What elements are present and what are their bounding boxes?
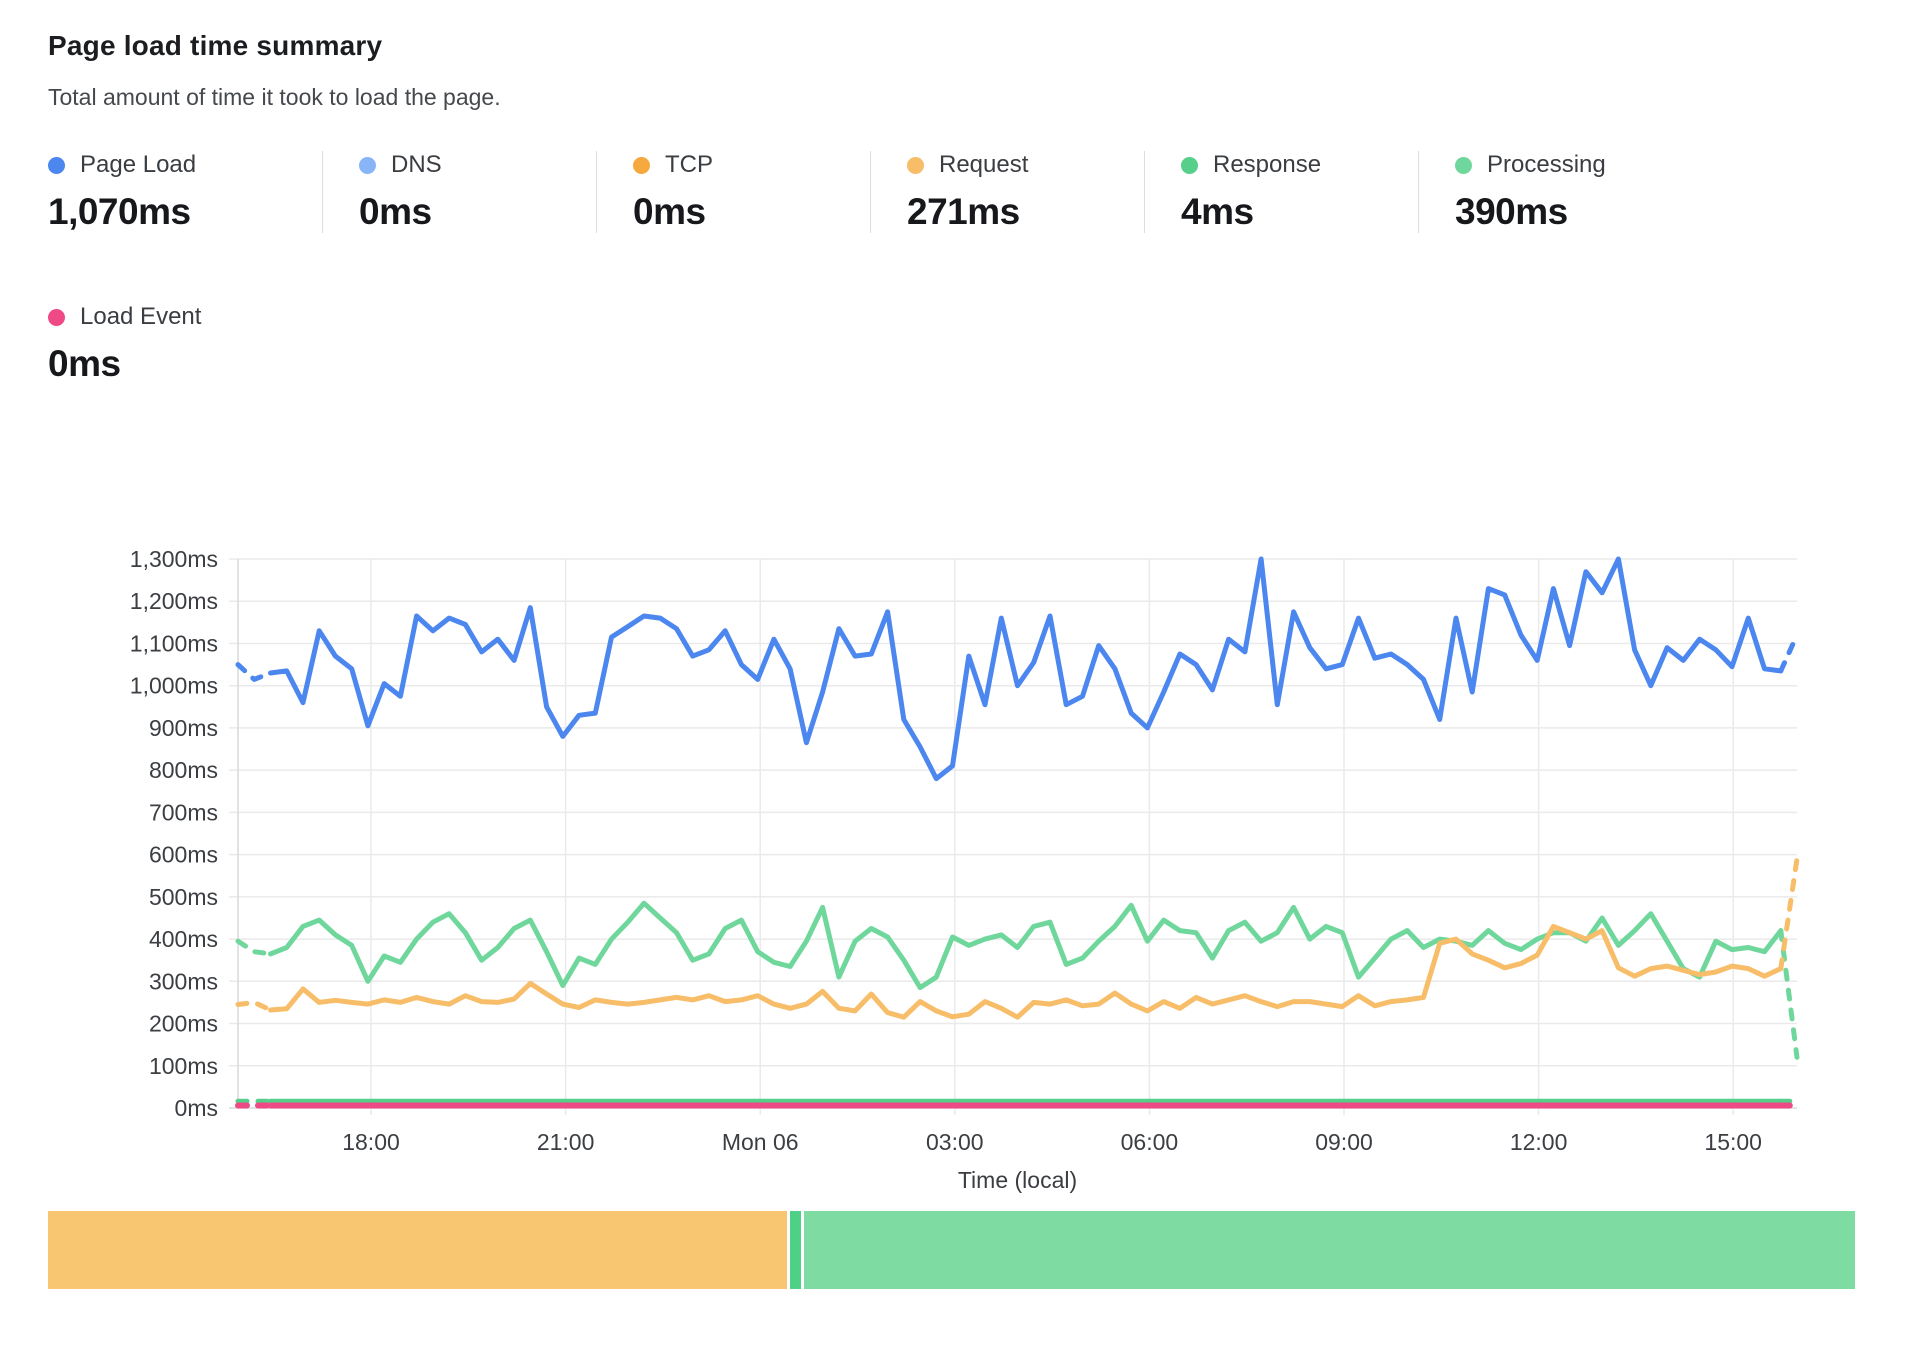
series-label: Request bbox=[939, 151, 1028, 179]
series-label: Load Event bbox=[80, 303, 201, 331]
series-value: 0ms bbox=[359, 191, 596, 233]
svg-text:500ms: 500ms bbox=[149, 884, 218, 910]
svg-text:200ms: 200ms bbox=[149, 1011, 218, 1037]
series-value: 0ms bbox=[48, 343, 322, 385]
page-subtitle: Total amount of time it took to load the… bbox=[48, 84, 1862, 111]
legend-item-processing: Processing 390ms bbox=[1418, 151, 1692, 233]
series-label: Processing bbox=[1487, 151, 1606, 179]
load-time-chart[interactable]: 1,300ms 1,200ms 1,100ms 1,000ms 900ms 800ms 70… bbox=[48, 535, 1862, 1195]
series-color-dot bbox=[633, 157, 650, 174]
legend-item-response: Response 4ms bbox=[1144, 151, 1418, 233]
svg-text:300ms: 300ms bbox=[149, 968, 218, 994]
svg-text:900ms: 900ms bbox=[149, 715, 218, 741]
svg-text:400ms: 400ms bbox=[149, 926, 218, 952]
svg-text:700ms: 700ms bbox=[149, 799, 218, 825]
svg-text:09:00: 09:00 bbox=[1315, 1129, 1373, 1155]
series-value: 271ms bbox=[907, 191, 1144, 233]
svg-text:100ms: 100ms bbox=[149, 1053, 218, 1079]
legend-item-page-load: Page Load 1,070ms bbox=[48, 151, 322, 233]
legend-row-1: Page Load 1,070ms DNS 0ms TCP 0ms Reques… bbox=[48, 151, 1862, 233]
series-value: 0ms bbox=[633, 191, 870, 233]
svg-text:12:00: 12:00 bbox=[1510, 1129, 1568, 1155]
page-title: Page load time summary bbox=[48, 30, 1862, 62]
svg-text:1,100ms: 1,100ms bbox=[130, 630, 218, 656]
series-label: Page Load bbox=[80, 151, 196, 179]
legend-item-request: Request 271ms bbox=[870, 151, 1144, 233]
series-label: Response bbox=[1213, 151, 1321, 179]
series-color-dot bbox=[1455, 157, 1472, 174]
status-segment-2 bbox=[790, 1211, 801, 1289]
svg-text:21:00: 21:00 bbox=[537, 1129, 595, 1155]
series-value: 390ms bbox=[1455, 191, 1692, 233]
legend-item-load-event: Load Event 0ms bbox=[48, 303, 322, 385]
series-value: 4ms bbox=[1181, 191, 1418, 233]
svg-text:Mon 06: Mon 06 bbox=[722, 1129, 799, 1155]
series-label: DNS bbox=[391, 151, 442, 179]
svg-text:18:00: 18:00 bbox=[342, 1129, 400, 1155]
svg-text:1,300ms: 1,300ms bbox=[130, 546, 218, 572]
series-color-dot bbox=[359, 157, 376, 174]
series-color-dot bbox=[48, 309, 65, 326]
legend-row-2: Load Event 0ms bbox=[48, 303, 1862, 385]
svg-text:600ms: 600ms bbox=[149, 842, 218, 868]
svg-text:0ms: 0ms bbox=[175, 1095, 218, 1121]
legend-item-tcp: TCP 0ms bbox=[596, 151, 870, 233]
legend-item-dns: DNS 0ms bbox=[322, 151, 596, 233]
status-segment-3 bbox=[804, 1211, 1854, 1289]
series-color-dot bbox=[1181, 157, 1198, 174]
series-color-dot bbox=[48, 157, 65, 174]
series-color-dot bbox=[907, 157, 924, 174]
svg-text:06:00: 06:00 bbox=[1121, 1129, 1179, 1155]
status-segment-1 bbox=[48, 1211, 787, 1289]
page-load-summary-panel: Page load time summary Total amount of t… bbox=[48, 30, 1862, 1289]
svg-text:15:00: 15:00 bbox=[1704, 1129, 1762, 1155]
svg-text:1,200ms: 1,200ms bbox=[130, 588, 218, 614]
series-label: TCP bbox=[665, 151, 713, 179]
series-value: 1,070ms bbox=[48, 191, 322, 233]
status-timeline-bar bbox=[48, 1211, 1856, 1289]
svg-text:800ms: 800ms bbox=[149, 757, 218, 783]
svg-text:1,000ms: 1,000ms bbox=[130, 673, 218, 699]
svg-text:Time (local): Time (local) bbox=[958, 1167, 1077, 1193]
svg-text:03:00: 03:00 bbox=[926, 1129, 984, 1155]
